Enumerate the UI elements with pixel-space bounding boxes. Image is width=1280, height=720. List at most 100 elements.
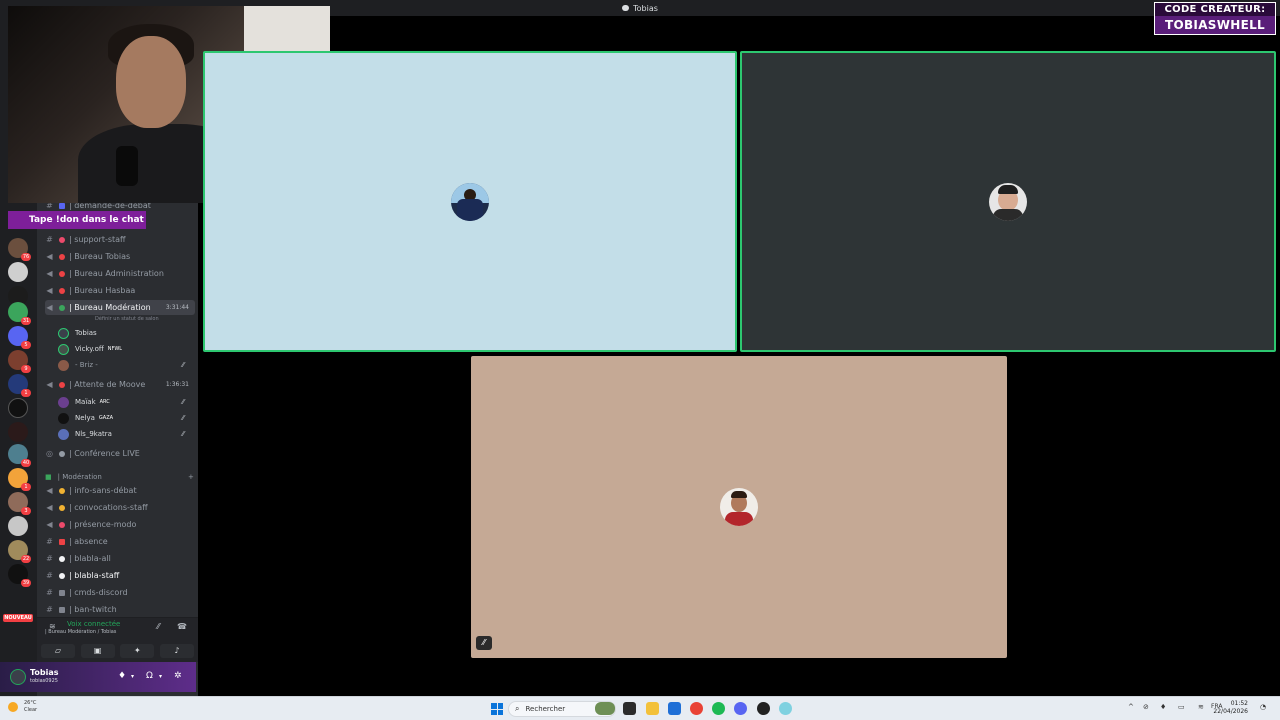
server-icon[interactable]: 31 bbox=[8, 302, 31, 325]
chrome-icon[interactable] bbox=[690, 702, 703, 715]
microphone-tray-icon[interactable]: ♦ bbox=[1160, 703, 1166, 711]
voice-location[interactable]: | Bureau Modération / Tobias bbox=[45, 629, 116, 635]
hash-icon: # bbox=[46, 554, 53, 563]
server-icon[interactable]: 1 bbox=[8, 468, 31, 491]
voice-action-buttons: ▱ ▣ ✦ ♪ bbox=[41, 644, 194, 658]
diamond-emoji-icon bbox=[59, 236, 65, 243]
voice-user[interactable]: Nls_9katra ⁄⁄ bbox=[58, 427, 184, 441]
announcement-icon: ◀ bbox=[46, 486, 53, 495]
hash-icon: # bbox=[46, 537, 53, 546]
discord-icon[interactable] bbox=[734, 702, 747, 715]
voice-user[interactable]: Maïak ARC ⁄⁄ bbox=[58, 395, 184, 409]
shield-icon: ■ bbox=[45, 473, 52, 481]
avatar bbox=[58, 327, 69, 339]
video-tile[interactable]: ⁄⁄ bbox=[471, 356, 1007, 658]
channel-absence[interactable]: # | absence bbox=[45, 534, 195, 549]
battery-icon[interactable]: ▭ bbox=[1178, 703, 1185, 711]
channel-attente-de-moove[interactable]: ◀ | Attente de Moove 1:36:31 bbox=[45, 377, 195, 392]
server-icon[interactable] bbox=[8, 262, 28, 282]
server-icon[interactable] bbox=[8, 516, 28, 536]
store-icon[interactable] bbox=[668, 702, 681, 715]
channel-info-sans-debat[interactable]: ◀ | info-sans-débat bbox=[45, 483, 195, 498]
chevron-down-icon[interactable]: ▾ bbox=[159, 673, 162, 680]
announcement-icon: ◀ bbox=[46, 503, 53, 512]
activities-button[interactable]: ✦ bbox=[120, 644, 155, 658]
clock-date: 22/04/2026 bbox=[1213, 708, 1248, 715]
gear-icon[interactable]: ✲ bbox=[174, 671, 182, 681]
voice-user[interactable]: Nelya GAZA ⁄⁄ bbox=[58, 411, 184, 425]
windows-start-icon[interactable] bbox=[491, 703, 503, 715]
weather-widget[interactable]: 26°C Clear bbox=[8, 700, 37, 714]
voice-status[interactable]: Voix connectée bbox=[67, 620, 120, 628]
clock[interactable]: 01:52 22/04/2026 bbox=[1213, 700, 1248, 716]
speaker-icon: ◀ bbox=[46, 303, 53, 312]
spotify-icon[interactable] bbox=[712, 702, 725, 715]
speaker-emoji-icon bbox=[59, 450, 65, 457]
channel-status[interactable]: Définir un statut de salon bbox=[95, 316, 159, 322]
headphones-icon[interactable]: Ω bbox=[146, 671, 153, 681]
speaker-icon: ◀ bbox=[46, 286, 53, 295]
camera-off-button[interactable]: ▱ bbox=[41, 644, 75, 658]
server-icon[interactable]: 40 bbox=[8, 444, 31, 467]
channel-bureau-administration[interactable]: ◀ | Bureau Administration bbox=[45, 266, 195, 281]
channel-bureau-tobias[interactable]: ◀ | Bureau Tobias bbox=[45, 249, 195, 264]
hammer-emoji-icon bbox=[59, 606, 65, 613]
server-icon[interactable]: 1 bbox=[8, 374, 31, 397]
channel-ban-twitch[interactable]: # | ban-twitch bbox=[45, 602, 195, 617]
screen-share-button[interactable]: ▣ bbox=[80, 644, 115, 658]
speaker-icon: ◀ bbox=[46, 269, 53, 278]
server-icon[interactable]: 3 bbox=[8, 492, 31, 515]
voice-user[interactable]: Vicky.off NFWL bbox=[58, 342, 122, 356]
wifi-icon[interactable]: ≋ bbox=[1198, 703, 1204, 711]
task-view-icon[interactable] bbox=[623, 702, 636, 715]
windows-taskbar: 26°C Clear ⌕ Rechercher ^ ⊘ ♦ ▭ ≋ FRA 01… bbox=[0, 696, 1280, 720]
video-tile-speaking[interactable] bbox=[740, 51, 1276, 352]
server-icon[interactable]: 39 bbox=[8, 564, 31, 587]
soundboard-button[interactable]: ♪ bbox=[159, 644, 194, 658]
server-icon[interactable]: 9 bbox=[8, 350, 31, 373]
chevron-down-icon[interactable]: ▾ bbox=[131, 673, 134, 680]
obs-icon[interactable] bbox=[757, 702, 770, 715]
channel-presence-modo[interactable]: ◀ | présence-modo bbox=[45, 517, 195, 532]
mute-icon: ⁄⁄ bbox=[182, 361, 185, 369]
network-icon[interactable]: ⊘ bbox=[1143, 703, 1149, 711]
server-icon[interactable]: 22 bbox=[8, 540, 31, 563]
disconnect-icon[interactable]: ☎ bbox=[177, 622, 187, 631]
widget-image-icon[interactable] bbox=[595, 702, 615, 715]
video-tile-speaking[interactable] bbox=[203, 51, 737, 352]
chevron-up-icon[interactable]: ^ bbox=[1128, 703, 1134, 711]
server-icon[interactable]: 76 bbox=[8, 238, 31, 261]
channel-blabla-staff[interactable]: # | blabla-staff bbox=[45, 568, 195, 583]
hash-icon: # bbox=[46, 588, 53, 597]
channel-cmds-discord[interactable]: # | cmds-discord bbox=[45, 585, 195, 600]
server-icon[interactable] bbox=[8, 398, 28, 418]
voice-user[interactable]: - Briz - ⁄⁄ bbox=[58, 358, 184, 372]
channel-blabla-all[interactable]: # | blabla-all bbox=[45, 551, 195, 566]
channel-support-staff[interactable]: # | support-staff bbox=[45, 232, 195, 247]
channel-convocations-staff[interactable]: ◀ | convocations-staff bbox=[45, 500, 195, 515]
notification-bell-icon[interactable]: ◔ bbox=[1260, 703, 1266, 711]
person-emoji-icon bbox=[59, 521, 65, 528]
participant-avatar bbox=[720, 488, 758, 526]
app-icon[interactable] bbox=[779, 702, 792, 715]
microphone-icon[interactable]: ♦ bbox=[118, 671, 126, 681]
avatar[interactable] bbox=[10, 669, 26, 685]
plus-icon[interactable]: + bbox=[188, 473, 194, 481]
category-moderation[interactable]: ■ | Modération + bbox=[45, 473, 194, 481]
speech-bubble-emoji-icon bbox=[59, 572, 65, 579]
user-handle: tobias0925 bbox=[30, 678, 58, 684]
webcam-person-face bbox=[116, 36, 186, 128]
participant-avatar bbox=[451, 182, 489, 221]
file-explorer-icon[interactable] bbox=[646, 702, 659, 715]
server-icon[interactable] bbox=[8, 422, 28, 442]
server-icon[interactable]: 5 bbox=[8, 326, 31, 349]
noise-suppression-icon[interactable]: ⁄⁄ bbox=[157, 622, 160, 631]
clock-time: 01:52 bbox=[1230, 700, 1248, 707]
webcam-microphone bbox=[116, 146, 138, 186]
channel-bureau-hasbaa[interactable]: ◀ | Bureau Hasbaa bbox=[45, 283, 195, 298]
channel-conference-live[interactable]: ◎ | Conférence LIVE bbox=[45, 446, 195, 461]
creator-code-value: TOBIASWHELL bbox=[1165, 18, 1265, 32]
username[interactable]: Tobias bbox=[30, 668, 59, 677]
channel-bureau-moderation[interactable]: ◀ | Bureau Modération 3:31:44 bbox=[45, 300, 195, 315]
voice-user[interactable]: Tobias bbox=[58, 326, 97, 340]
